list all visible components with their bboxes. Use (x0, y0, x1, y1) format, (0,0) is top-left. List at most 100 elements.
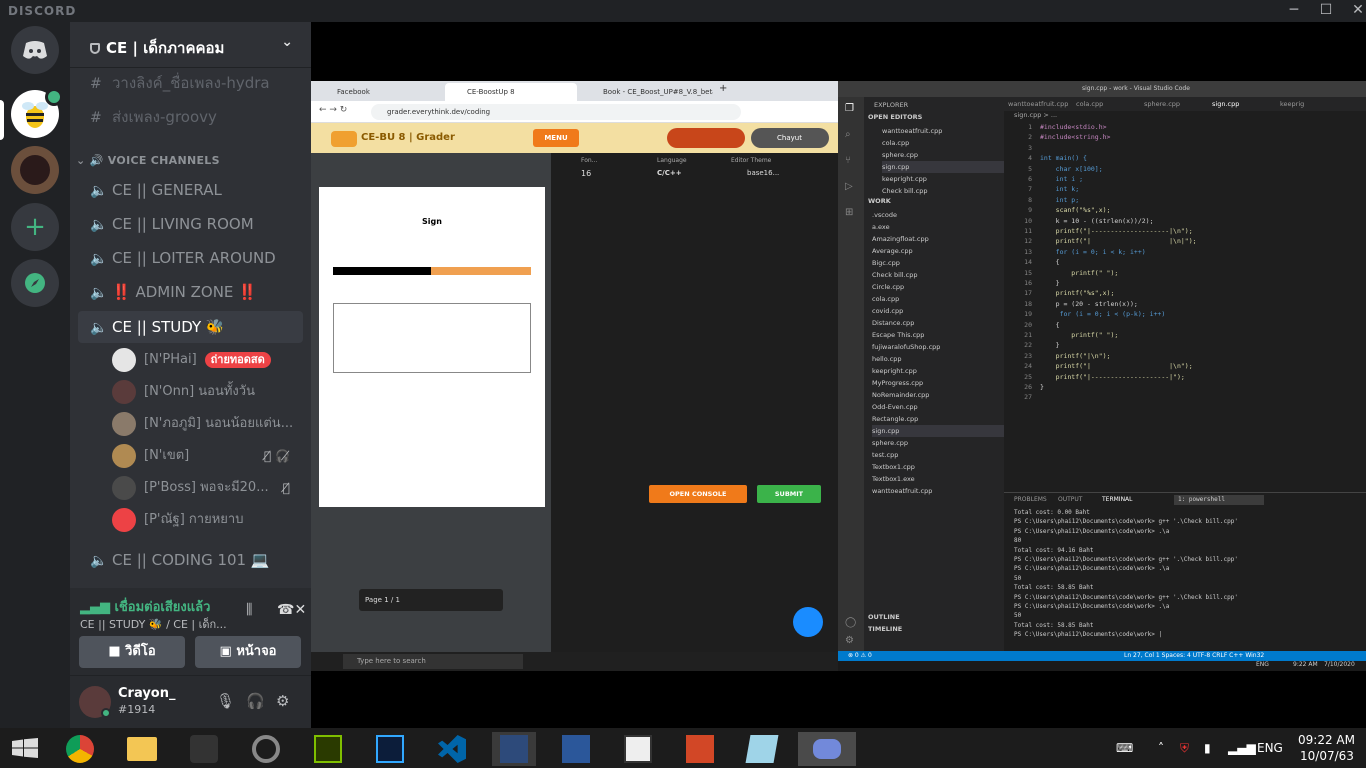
clock-date[interactable]: 10/07/63 (1300, 749, 1354, 763)
voice-channel-coding-101[interactable]: 🔈 CE || CODING 101 💻 (78, 544, 303, 576)
photoshop-taskbar-icon[interactable] (368, 732, 412, 766)
file-tree-item[interactable]: sphere.cpp (872, 437, 908, 449)
tab-book-pdf[interactable]: Book - CE_Boost_UP#8_V.8_beta (581, 83, 713, 101)
open-editor-item[interactable]: sphere.cpp (882, 149, 918, 161)
text-channel-groovy[interactable]: # ส่งเพลง-groovy (78, 101, 303, 133)
file-tree-item[interactable]: a.exe (872, 221, 890, 233)
open-editor-item[interactable]: wanttoeatfruit.cpp (882, 125, 942, 137)
theme-toggle[interactable] (667, 128, 745, 148)
language-indicator[interactable]: ENG (1257, 728, 1283, 768)
voice-channel-path[interactable]: CE || STUDY 🐝 / CE | เด็ก... (80, 615, 230, 633)
chrome-taskbar-icon[interactable] (58, 732, 102, 766)
pdf-page-controls[interactable]: Page 1 / 1 (359, 589, 503, 611)
open-editors-label[interactable]: OPEN EDITORS (868, 113, 922, 121)
voice-member[interactable]: [N'PHai] ถ่ายทอดสด (112, 345, 302, 375)
file-explorer-taskbar-icon[interactable] (120, 732, 164, 766)
voice-channel-study[interactable]: 🔈 CE || STUDY 🐝 (78, 311, 303, 343)
inner-search-box[interactable]: Type here to search (343, 654, 523, 669)
open-console-button[interactable]: OPEN CONSOLE (649, 485, 747, 503)
terminal-select[interactable]: 1: powershell (1174, 495, 1264, 505)
source-control-icon[interactable]: ⑂ (845, 155, 851, 166)
file-tree-item[interactable]: MyProgress.cpp (872, 377, 923, 389)
file-tree-item[interactable]: hello.cpp (872, 353, 902, 365)
file-tree-item[interactable]: .vscode (872, 209, 897, 221)
discord-taskbar-icon[interactable] (798, 732, 856, 766)
wifi-icon[interactable]: ▂▄▆ (1228, 728, 1256, 768)
back-forward-reload-icons[interactable]: ← → ↻ (319, 105, 347, 115)
tray-expand-icon[interactable]: ˄ (1158, 728, 1164, 768)
home-button[interactable] (11, 26, 59, 74)
file-tree-item[interactable]: Average.cpp (872, 245, 913, 257)
submit-button[interactable]: SUBMIT (757, 485, 821, 503)
maximize-button[interactable]: ☐ (1310, 0, 1342, 22)
file-tree-item[interactable]: fujiwaralofuShop.cpp (872, 341, 940, 353)
text-channel-hydra[interactable]: # วางลิงค์_ชื่อเพลง-hydra (78, 67, 303, 99)
file-tree-item[interactable]: Circle.cpp (872, 281, 904, 293)
powerpoint-taskbar-icon[interactable] (678, 732, 722, 766)
voice-channel-loiter-around[interactable]: 🔈 CE || LOITER AROUND (78, 242, 303, 274)
server-ce-icon[interactable] (11, 88, 63, 138)
server-header[interactable]: CE | เด็กภาคคอม ⌄ (70, 22, 311, 68)
messenger-icon[interactable] (793, 607, 823, 637)
voice-member[interactable]: [N'Onn] นอนทั้งวัน (112, 377, 302, 407)
minimize-button[interactable]: ─ (1278, 0, 1310, 22)
timeline-label[interactable]: TIMELINE (868, 625, 902, 633)
add-server-button[interactable]: + (11, 203, 59, 251)
gear-icon[interactable]: ⚙ (845, 635, 854, 646)
file-tree-item[interactable]: wanttoeatfruit.cpp (872, 485, 932, 497)
file-tree-item[interactable]: test.cpp (872, 449, 898, 461)
file-tree-item[interactable]: Escape This.cpp (872, 329, 924, 341)
recorder-app-taskbar-icon[interactable] (244, 732, 288, 766)
clock-time[interactable]: 09:22 AM (1298, 733, 1355, 747)
media-player-taskbar-icon[interactable] (616, 732, 660, 766)
file-tree-item[interactable]: cola.cpp (872, 293, 899, 305)
search-icon[interactable]: ⌕ (845, 129, 851, 140)
account-icon[interactable]: ◯ (845, 617, 856, 628)
open-editor-item[interactable]: Check bill.cpp (882, 185, 928, 197)
open-editor-item[interactable]: cola.cpp (882, 137, 909, 149)
explore-servers-button[interactable] (11, 259, 59, 307)
video-button[interactable]: ■ วิดีโอ (79, 636, 185, 668)
theme-select[interactable]: base16... (747, 169, 779, 177)
voice-channel-living-room[interactable]: 🔈 CE || LIVING ROOM (78, 208, 303, 240)
disconnect-icon[interactable]: ☎✕ (277, 602, 306, 618)
panel-tab[interactable]: TERMINAL (1102, 496, 1133, 503)
tab-ce-boostup[interactable]: CE-BoostUp 8 (445, 83, 577, 101)
dreamweaver-taskbar-icon[interactable] (306, 732, 350, 766)
file-tree-item[interactable]: Rectangle.cpp (872, 413, 918, 425)
headphones-icon[interactable]: 🎧 (246, 692, 265, 710)
antivirus-icon[interactable]: ⛨ (1180, 728, 1189, 768)
voice-channel-admin-zone[interactable]: 🔈 ‼️ ADMIN ZONE ‼️ (78, 276, 303, 308)
file-tree-item[interactable]: sign.cpp (872, 425, 1004, 437)
pdf-page[interactable]: Sign (319, 187, 545, 507)
cursor-info[interactable]: Ln 27, Col 1 Spaces: 4 UTF-8 CRLF C++ Wi… (1124, 651, 1264, 661)
new-tab-button[interactable]: + (719, 83, 727, 94)
panel-tab[interactable]: OUTPUT (1058, 496, 1082, 503)
panel-tab[interactable]: PROBLEMS (1014, 496, 1047, 503)
alien-app-taskbar-icon[interactable] (182, 732, 226, 766)
code-editor[interactable]: wanttoeatfruit.cpp cola.cpp sphere.cpp sign… (1004, 97, 1366, 492)
file-tree-item[interactable]: Amazingfloat.cpp (872, 233, 929, 245)
editor-tab[interactable]: keeprig (1280, 100, 1344, 108)
voice-member[interactable]: [P'ณัฐ] กายหยาบ (112, 505, 302, 535)
voice-member[interactable]: [N'เขต] 🎙̸ 🎧̸ (112, 441, 302, 471)
files-icon[interactable]: ❐ (845, 103, 854, 114)
editor-tab[interactable]: sphere.cpp (1144, 100, 1208, 108)
noise-suppression-icon[interactable]: ⫼ (246, 602, 252, 618)
voice-member[interactable]: [N'ภอภูมิ] นอนน้อยแต่น... (112, 409, 302, 439)
url-field[interactable]: grader.everythink.dev/coding (371, 104, 741, 120)
editor-tab[interactable]: wanttoeatfruit.cpp (1008, 100, 1072, 108)
windows-start-button[interactable] (12, 738, 38, 758)
file-tree-item[interactable]: Check bill.cpp (872, 269, 918, 281)
font-size-value[interactable]: 16 (581, 169, 591, 178)
menu-button[interactable]: MENU (533, 129, 579, 147)
debug-icon[interactable]: ▷ (845, 181, 853, 192)
file-tree-item[interactable]: Textbox1.exe (872, 473, 915, 485)
microphone-icon[interactable]: 🎙 (216, 692, 235, 710)
notes-app-taskbar-icon[interactable] (740, 732, 784, 766)
file-tree-item[interactable]: Textbox1.cpp (872, 461, 915, 473)
devcpp-taskbar-icon[interactable] (492, 732, 536, 766)
editor-tab[interactable]: sign.cpp (1212, 100, 1276, 108)
voice-category-header[interactable]: ⌄ 🔊 VOICE CHANNELS (76, 154, 220, 167)
server-avatar[interactable] (11, 146, 59, 194)
